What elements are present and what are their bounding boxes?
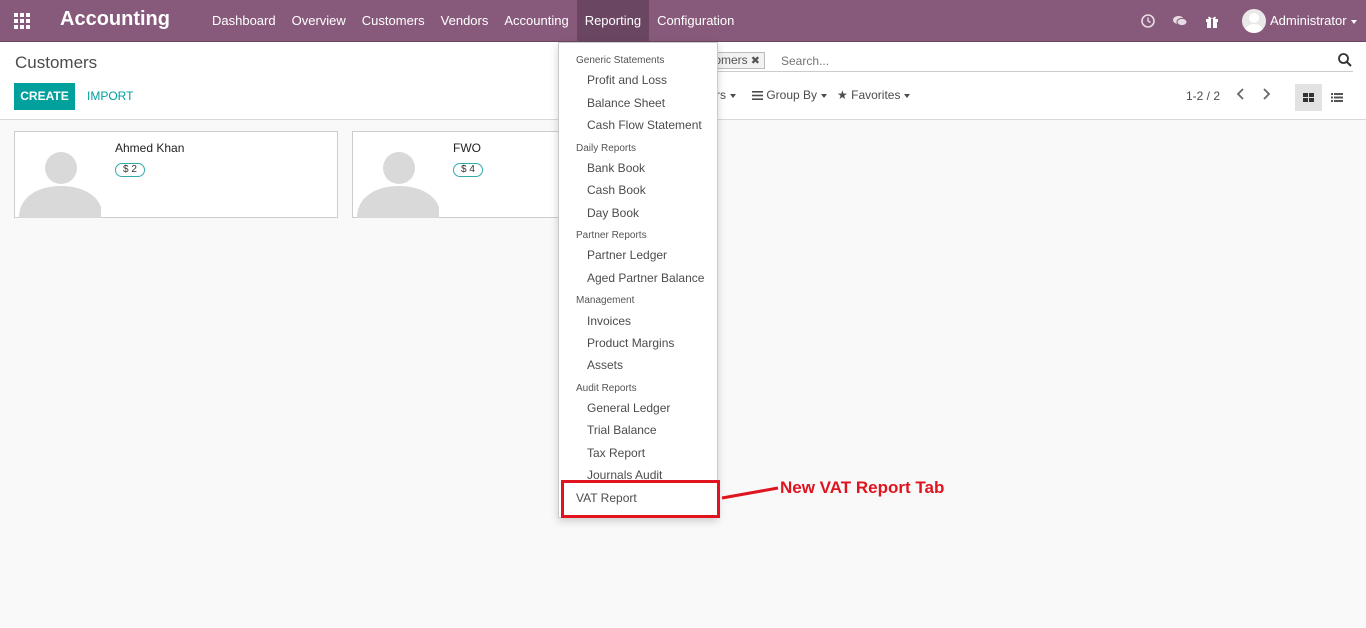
favorites-label: Favorites (851, 88, 901, 102)
customer-name: Ahmed Khan (115, 141, 185, 155)
menu-overview[interactable]: Overview (284, 0, 354, 42)
filters-dropdown[interactable]: rs (716, 88, 736, 102)
menu-item-balance-sheet[interactable]: Balance Sheet (587, 96, 665, 110)
kanban-card[interactable]: Ahmed Khan $ 2 (14, 131, 338, 218)
menu-reporting[interactable]: Reporting (576, 0, 650, 42)
menu-item-cash-book[interactable]: Cash Book (587, 183, 646, 197)
search-box: stomers ✖ (700, 50, 1353, 72)
menu-item-invoices[interactable]: Invoices (587, 314, 631, 328)
reporting-dropdown-menu: Generic Statements Profit and Loss Balan… (558, 42, 718, 518)
menu-item-product-margins[interactable]: Product Margins (587, 336, 674, 350)
kanban-icon (1303, 93, 1314, 102)
menu-item-trial-balance[interactable]: Trial Balance (587, 423, 657, 437)
chevron-left-icon[interactable] (1234, 86, 1248, 102)
star-icon: ★ (837, 88, 848, 102)
caret-down-icon (1350, 19, 1357, 24)
gift-icon[interactable] (1204, 13, 1220, 29)
caret-down-icon (730, 93, 736, 98)
menu-configuration[interactable]: Configuration (649, 0, 742, 42)
search-input[interactable] (781, 52, 1321, 69)
menu-dashboard[interactable]: Dashboard (204, 0, 284, 42)
menu-item-bank-book[interactable]: Bank Book (587, 161, 645, 175)
person-placeholder-icon (19, 152, 101, 218)
annotation-highlight-box (561, 480, 720, 518)
breadcrumb: Customers (15, 53, 98, 72)
bars-icon (752, 91, 763, 101)
count-badge[interactable]: $ 2 (115, 163, 145, 177)
annotation-arrow (721, 486, 779, 500)
menu-customers[interactable]: Customers (354, 0, 433, 42)
annotation-label: New VAT Report Tab (780, 478, 945, 497)
count-badge[interactable]: $ 4 (453, 163, 483, 177)
chevron-right-icon[interactable] (1259, 86, 1273, 102)
top-navbar: Accounting Dashboard Overview Customers … (0, 0, 1366, 42)
menu-vendors[interactable]: Vendors (433, 0, 497, 42)
apps-grid-icon[interactable] (14, 13, 30, 29)
clock-icon[interactable] (1140, 13, 1156, 29)
avatar-icon (1245, 13, 1263, 33)
user-name-label: Administrator (1270, 13, 1347, 28)
menu-item-aged-partner-balance[interactable]: Aged Partner Balance (587, 271, 704, 285)
user-avatar[interactable] (1242, 9, 1266, 33)
menu-section-header: Audit Reports (576, 383, 637, 394)
menu-item-general-ledger[interactable]: General Ledger (587, 401, 670, 415)
menu-item-day-book[interactable]: Day Book (587, 206, 639, 220)
user-menu[interactable]: Administrator (1270, 13, 1357, 28)
main-menu: Dashboard Overview Customers Vendors Acc… (204, 0, 742, 42)
menu-item-tax-report[interactable]: Tax Report (587, 446, 645, 460)
customer-name: FWO (453, 141, 481, 155)
groupby-label: Group By (766, 88, 818, 102)
list-icon (1331, 93, 1343, 102)
menu-item-profit-and-loss[interactable]: Profit and Loss (587, 73, 667, 87)
kanban-view-button[interactable] (1295, 84, 1322, 111)
caret-down-icon (821, 93, 828, 98)
menu-item-partner-ledger[interactable]: Partner Ledger (587, 248, 667, 262)
menu-section-header: Daily Reports (576, 143, 637, 154)
app-title: Accounting (60, 8, 170, 30)
menu-section-header: Generic Statements (576, 55, 665, 66)
menu-section-header: Partner Reports (576, 230, 647, 241)
import-button[interactable]: IMPORT (87, 89, 133, 103)
chat-icon[interactable] (1172, 13, 1188, 29)
favorites-dropdown[interactable]: ★ Favorites (837, 88, 911, 102)
menu-item-cash-flow-statement[interactable]: Cash Flow Statement (587, 118, 702, 132)
create-button[interactable]: CREATE (14, 83, 75, 110)
person-placeholder-icon (357, 152, 439, 218)
menu-accounting[interactable]: Accounting (496, 0, 576, 42)
pager-value[interactable]: 1-2 / 2 (1186, 89, 1220, 103)
groupby-dropdown[interactable]: Group By (752, 88, 828, 102)
list-view-button[interactable] (1324, 84, 1351, 111)
search-icon[interactable] (1337, 52, 1353, 68)
menu-item-assets[interactable]: Assets (587, 358, 623, 372)
menu-section-header: Management (576, 295, 635, 306)
remove-facet-icon[interactable]: ✖ (751, 55, 760, 67)
caret-down-icon (904, 93, 911, 98)
